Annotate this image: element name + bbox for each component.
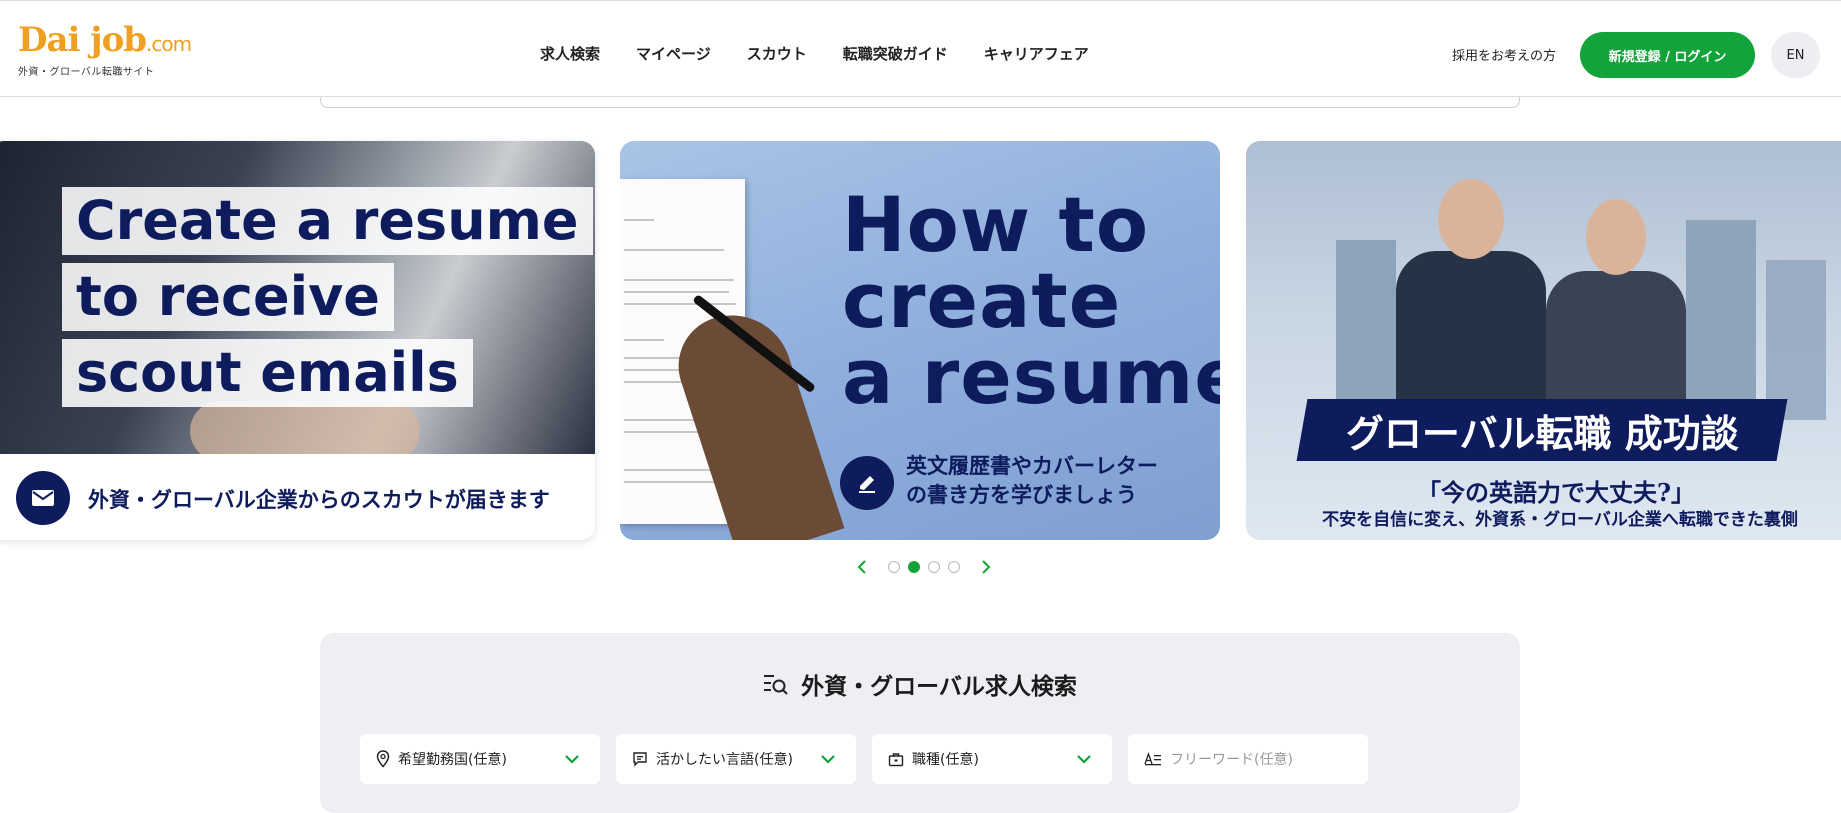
businessman-head: [1438, 179, 1504, 259]
language-select-label: 活かしたい言語(任意): [656, 752, 793, 768]
site-header: Dai job.com 外資・グローバル転職サイト 求人検索 マイページ スカウ…: [0, 0, 1841, 97]
language-toggle-button[interactable]: EN: [1771, 32, 1820, 78]
carousel-dots: [888, 561, 960, 573]
logo-tagline: 外資・グローバル転職サイト: [18, 67, 155, 78]
success-story-banner: グローバル転職 成功談: [1296, 399, 1788, 461]
chevron-down-icon: [821, 755, 835, 764]
recruiter-link[interactable]: 採用をお考えの方: [1452, 45, 1556, 64]
nav-item-my-page[interactable]: マイページ: [636, 43, 711, 64]
slide-headline-line-2: to receive: [62, 263, 394, 331]
job-search-panel: 外資・グローバル求人検索 希望勤務国(任意) 活かしたい言語(任意) 職種(任意…: [320, 633, 1520, 813]
language-select[interactable]: 活かしたい言語(任意): [616, 734, 856, 784]
search-list-icon: [764, 675, 788, 695]
success-story-quote: 「今の英語力で大丈夫?」: [1416, 478, 1696, 507]
search-title: 外資・グローバル求人検索: [801, 674, 1077, 700]
country-select-label: 希望勤務国(任意): [398, 752, 507, 768]
carousel-slide-scout[interactable]: Create a resume to receive scout emails …: [0, 141, 595, 540]
carousel-dot-1[interactable]: [888, 561, 900, 573]
main-nav: 求人検索 マイページ スカウト 転職突破ガイド キャリアフェア: [540, 43, 1089, 64]
nav-item-job-search[interactable]: 求人検索: [540, 43, 600, 64]
pencil-icon: [840, 456, 894, 510]
country-select[interactable]: 希望勤務国(任意): [360, 734, 600, 784]
nav-item-career-guide[interactable]: 転職突破ガイド: [843, 43, 948, 64]
speech-bubble-icon: [633, 752, 647, 767]
slide-caption: 外資・グローバル企業からのスカウトが届きます: [88, 488, 550, 512]
mail-icon: [16, 471, 70, 525]
building: [1686, 220, 1756, 420]
building: [1336, 240, 1396, 420]
success-story-subline: 不安を自信に変え、外資系・グローバル企業へ転職できた裏側: [1322, 510, 1798, 530]
chevron-down-icon: [1077, 755, 1091, 764]
slide-caption: 英文履歴書やカバーレター の書き方を学びましょう: [906, 454, 1158, 507]
slide-headline-line-1: Create a resume: [62, 187, 593, 255]
nav-item-career-fair[interactable]: キャリアフェア: [984, 43, 1089, 64]
carousel-dot-4[interactable]: [948, 561, 960, 573]
briefcase-icon: [888, 752, 904, 766]
businessman-image: [1396, 251, 1546, 411]
carousel-slide-resume-guide[interactable]: How to create a resume 英文履歴書やカバーレター の書き方…: [620, 141, 1220, 540]
carousel-dot-3[interactable]: [928, 561, 940, 573]
chevron-down-icon: [565, 755, 579, 764]
carousel-controls: [852, 557, 996, 577]
job-type-select[interactable]: 職種(任意): [872, 734, 1112, 784]
site-logo[interactable]: Dai job.com 外資・グローバル転職サイト: [18, 20, 192, 78]
register-login-button[interactable]: 新規登録 / ログイン: [1580, 32, 1755, 78]
building: [1766, 260, 1826, 420]
text-input-icon: [1144, 752, 1161, 766]
job-type-select-label: 職種(任意): [912, 752, 979, 768]
businesswoman-image: [1546, 271, 1686, 411]
businesswoman-head: [1586, 199, 1646, 275]
free-word-placeholder: フリーワード(任意): [1170, 752, 1293, 768]
logo-wordmark: Dai job.com: [18, 20, 192, 60]
handshake-arm: [190, 401, 420, 461]
chevron-left-icon[interactable]: [852, 557, 872, 577]
nav-item-scout[interactable]: スカウト: [747, 43, 807, 64]
slide-headline: How to create a resume: [842, 180, 1220, 421]
chevron-right-icon[interactable]: [976, 557, 996, 577]
carousel-slide-success-story[interactable]: グローバル転職 成功談 「今の英語力で大丈夫?」 不安を自信に変え、外資系・グロ…: [1246, 141, 1841, 540]
search-title-row: 外資・グローバル求人検索: [320, 667, 1520, 701]
slide-headline-line-3: scout emails: [62, 339, 473, 407]
carousel-dot-2[interactable]: [908, 561, 920, 573]
free-word-input[interactable]: フリーワード(任意): [1128, 734, 1368, 784]
location-pin-icon: [376, 750, 390, 768]
